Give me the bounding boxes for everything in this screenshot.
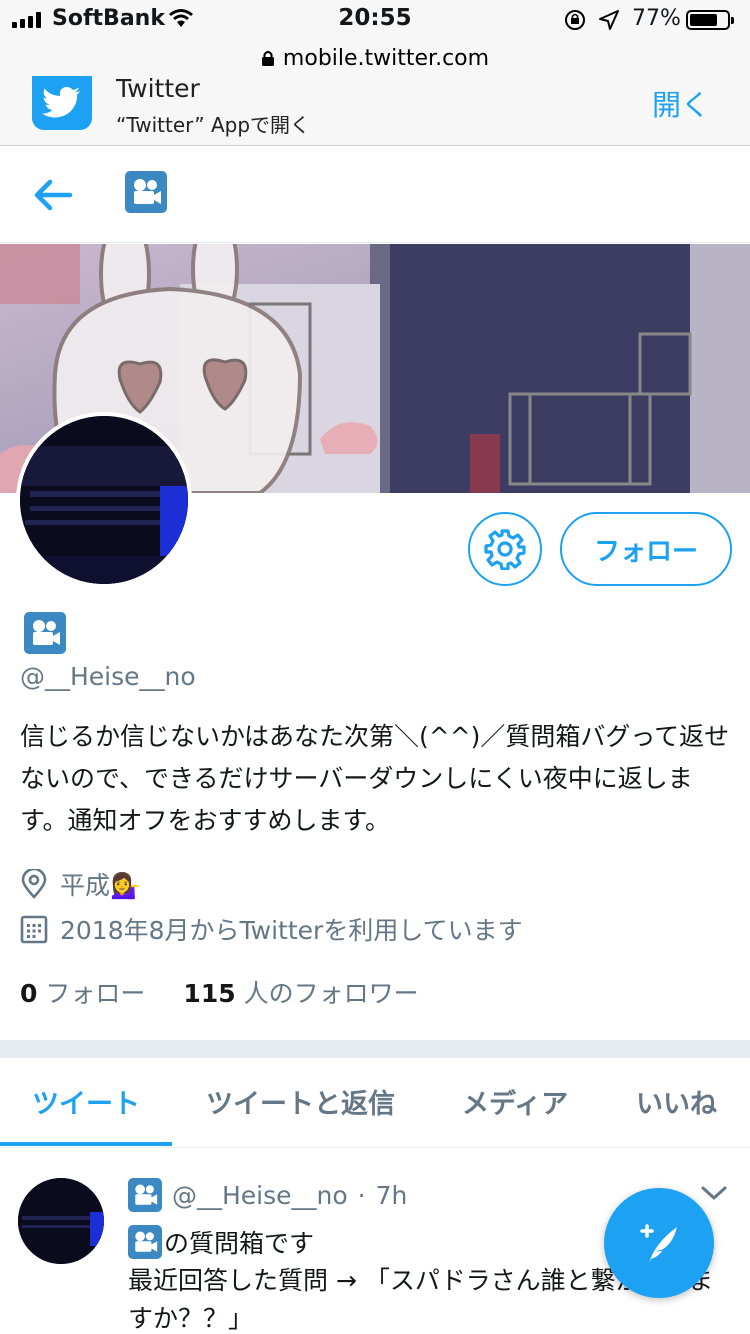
author-movie-camera-emoji: [128, 1178, 162, 1212]
display-name-movie-camera-emoji: [24, 612, 66, 654]
followers-label: 人のフォロワー: [243, 979, 419, 1008]
battery-percent: 77%: [632, 6, 681, 31]
open-in-app-banner: Twitter “Twitter” Appで開く 開く: [0, 76, 750, 146]
url-text: mobile.twitter.com: [282, 45, 490, 71]
status-bar: SoftBank 20:55 77%: [0, 0, 750, 40]
gear-icon: [484, 529, 526, 570]
tweet-avatar[interactable]: [18, 1178, 104, 1264]
compose-tweet-button[interactable]: [604, 1188, 714, 1298]
back-arrow-icon[interactable]: [30, 175, 76, 215]
following-count: 0: [20, 979, 38, 1008]
join-date-text: 2018年8月からTwitterを利用しています: [60, 916, 523, 945]
tab-likes[interactable]: いいね: [636, 1082, 717, 1121]
profile-handle: @__Heise__no: [20, 662, 196, 691]
follow-counts: 0 フォロー 115 人のフォロワー: [20, 974, 419, 1010]
chevron-down-icon[interactable]: [700, 1184, 728, 1202]
tweet-timestamp[interactable]: 7h: [376, 1181, 408, 1210]
tab-tweets-and-replies[interactable]: ツイートと返信: [206, 1082, 395, 1121]
battery-icon: [686, 10, 734, 30]
twitter-app-icon: [32, 76, 92, 130]
profile-avatar[interactable]: [16, 412, 192, 588]
rotation-lock-icon: [565, 10, 585, 30]
followers-count: 115: [183, 979, 236, 1008]
tweet-movie-camera-emoji: [128, 1225, 162, 1259]
following-count-link[interactable]: 0 フォロー: [20, 974, 145, 1010]
active-tab-indicator: [0, 1142, 172, 1146]
tweet-text-line-1: の質問箱です: [128, 1224, 314, 1260]
movie-camera-emoji: [125, 171, 167, 213]
followers-count-link[interactable]: 115 人のフォロワー: [183, 974, 418, 1010]
lock-icon: [261, 51, 274, 66]
top-navigation: [0, 147, 750, 243]
banner-title: Twitter: [116, 76, 200, 103]
open-app-button[interactable]: 開く: [652, 82, 710, 124]
following-label: フォロー: [45, 979, 146, 1008]
tweet-separator: ·: [357, 1180, 366, 1210]
compose-tweet-icon: [640, 1224, 677, 1263]
location-text: 平成💁‍♀️: [60, 871, 142, 900]
settings-button[interactable]: [468, 512, 542, 586]
section-divider: [0, 1040, 750, 1058]
profile-bio: 信じるか信じないかはあなた次第＼(^^)／質問箱バグって返せないので、できるだけ…: [20, 722, 730, 835]
tab-media[interactable]: メディア: [462, 1082, 568, 1121]
tweet-handle[interactable]: @__Heise__no: [172, 1181, 348, 1210]
banner-subtitle: “Twitter” Appで開く: [116, 113, 311, 137]
profile-join-date: 2018年8月からTwitterを利用しています: [20, 911, 523, 947]
tweet-text-1: の質問箱です: [164, 1229, 315, 1258]
calendar-icon: [20, 915, 48, 944]
profile-location: 平成💁‍♀️: [20, 866, 141, 902]
tab-tweets[interactable]: ツイート: [32, 1082, 140, 1121]
tweet-header: @__Heise__no · 7h: [128, 1178, 407, 1212]
address-bar[interactable]: mobile.twitter.com: [0, 40, 750, 76]
follow-button[interactable]: フォロー: [560, 512, 732, 586]
profile-tabs: ツイート ツイートと返信 メディア いいね: [0, 1058, 750, 1148]
location-arrow-icon: [599, 10, 619, 30]
location-pin-icon: [21, 869, 47, 899]
